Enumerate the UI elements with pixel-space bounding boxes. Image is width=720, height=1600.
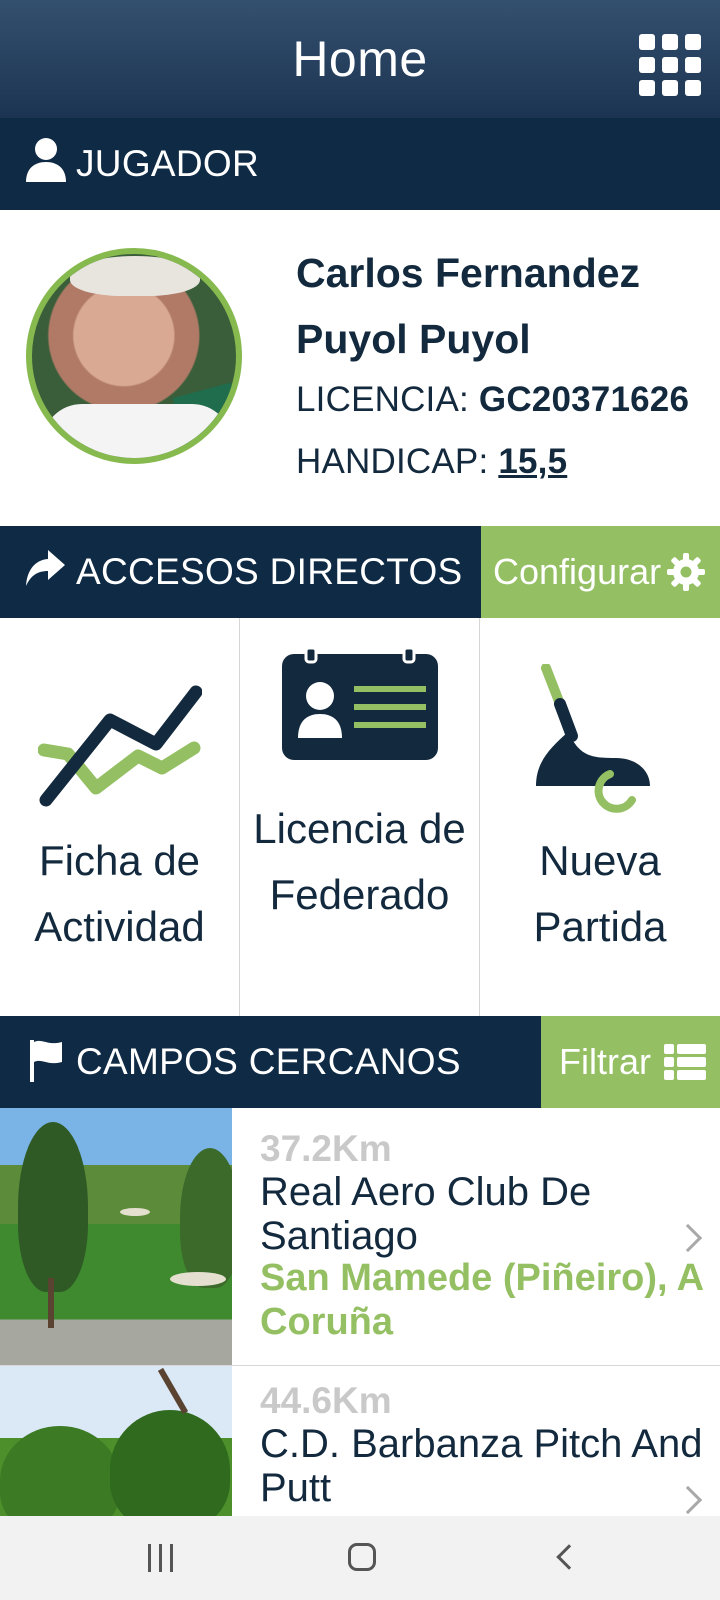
shortcuts-section-label: ACCESOS DIRECTOS [76, 551, 463, 592]
shortcuts-grid: Ficha de Actividad Licencia de Federado … [0, 618, 720, 1016]
license-label: LICENCIA: [296, 380, 469, 419]
shortcut-new-game-label: Nueva Partida [533, 837, 667, 950]
person-icon [26, 138, 66, 182]
license-value: GC20371626 [478, 380, 690, 419]
system-navigation-bar [0, 1516, 720, 1600]
courses-section-header: CAMPOS CERCANOS Filtrar [0, 1016, 720, 1108]
player-name: Carlos Fernandez Puyol Puyol [296, 250, 641, 362]
activity-chart-icon [38, 685, 202, 807]
id-card-icon [282, 648, 438, 760]
shortcut-activity[interactable]: Ficha de Actividad [0, 618, 240, 1016]
share-arrow-icon [26, 550, 65, 586]
handicap-value[interactable]: 15,5 [498, 442, 567, 481]
filter-label: Filtrar [559, 1041, 651, 1082]
player-section-header: JUGADOR [0, 118, 720, 210]
courses-section-label: CAMPOS CERCANOS [76, 1041, 461, 1082]
shortcut-activity-label: Ficha de Actividad [34, 837, 205, 950]
back-icon[interactable] [556, 1544, 582, 1570]
course-name: C.D. Barbanza Pitch And Putt [260, 1422, 703, 1510]
shortcut-license[interactable]: Licencia de Federado [240, 618, 480, 1016]
apps-grid-icon[interactable] [639, 34, 701, 96]
filter-button[interactable]: Filtrar [541, 1016, 720, 1108]
home-icon[interactable] [348, 1543, 376, 1571]
course-photo [0, 1108, 232, 1365]
course-list-item[interactable]: 37.2Km Real Aero Club De Santiago San Ma… [0, 1108, 720, 1366]
course-list-item[interactable]: 44.6Km C.D. Barbanza Pitch And Putt [0, 1366, 720, 1516]
golf-putter-icon [536, 664, 650, 813]
player-section-label: JUGADOR [76, 143, 259, 184]
configure-button[interactable]: Configurar [481, 526, 720, 618]
app-header: Home [0, 0, 720, 118]
course-name: Real Aero Club De Santiago [260, 1170, 592, 1258]
license-line: LICENCIA: GC20371626 [296, 380, 689, 420]
player-profile-card[interactable]: Carlos Fernandez Puyol Puyol LICENCIA: G… [0, 210, 720, 526]
recent-apps-icon[interactable] [148, 1544, 174, 1572]
list-icon [664, 1044, 706, 1080]
avatar [26, 248, 242, 464]
flag-icon [30, 1040, 62, 1082]
shortcut-new-game[interactable]: Nueva Partida [480, 618, 720, 1016]
course-photo [0, 1366, 232, 1516]
handicap-label: HANDICAP: [296, 442, 489, 481]
shortcuts-section-header: ACCESOS DIRECTOS Configurar [0, 526, 720, 618]
course-distance: 44.6Km [260, 1380, 392, 1421]
shortcut-license-label: Licencia de Federado [253, 805, 466, 918]
configure-label: Configurar [493, 551, 662, 592]
handicap-line: HANDICAP: 15,5 [296, 442, 567, 482]
course-location: San Mamede (Piñeiro), A Coruña [260, 1257, 703, 1343]
course-distance: 37.2Km [260, 1128, 392, 1169]
gear-icon [667, 553, 705, 591]
page-title: Home [292, 31, 428, 87]
